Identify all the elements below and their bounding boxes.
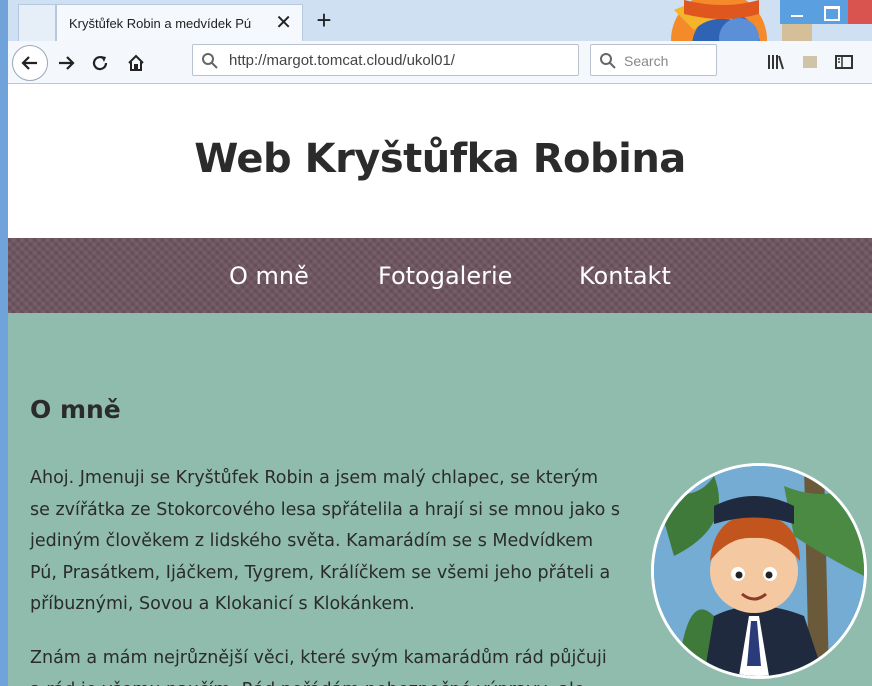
active-tab[interactable]: Kryštůfek Robin a medvídek Pú ✕ bbox=[56, 4, 303, 41]
minimize-button[interactable] bbox=[780, 0, 814, 24]
reload-button[interactable] bbox=[86, 49, 114, 77]
address-bar[interactable]: http://margot.tomcat.cloud/ukol01/ bbox=[192, 44, 579, 76]
window-border bbox=[0, 0, 8, 686]
search-placeholder: Search bbox=[624, 53, 669, 69]
main-menu: O mně Fotogalerie Kontakt bbox=[8, 238, 872, 313]
home-icon bbox=[128, 54, 144, 71]
forward-button[interactable] bbox=[52, 49, 80, 77]
paragraph: Ahoj. Jmenuji se Kryštůfek Robin a jsem … bbox=[30, 468, 621, 614]
search-icon bbox=[202, 53, 218, 69]
back-arrow-icon bbox=[21, 56, 37, 70]
web-page: Web Kryštůfka Robina O mně Fotogalerie K… bbox=[8, 84, 872, 686]
pinned-tab[interactable] bbox=[18, 4, 56, 41]
back-button[interactable] bbox=[12, 45, 48, 81]
home-button[interactable] bbox=[122, 49, 150, 77]
section-heading: O mně bbox=[30, 395, 121, 424]
search-icon bbox=[600, 53, 616, 69]
menu-item-o-mne[interactable]: O mně bbox=[229, 262, 309, 290]
library-icon[interactable] bbox=[766, 52, 786, 72]
search-field[interactable]: Search bbox=[590, 44, 717, 76]
menu-item-fotogalerie[interactable]: Fotogalerie bbox=[378, 262, 512, 290]
url-text: http://margot.tomcat.cloud/ukol01/ bbox=[229, 51, 455, 69]
pocket-icon[interactable] bbox=[800, 52, 820, 72]
menu-item-kontakt[interactable]: Kontakt bbox=[579, 262, 671, 290]
site-header: Web Kryštůfka Robina bbox=[8, 84, 872, 238]
forward-arrow-icon bbox=[59, 56, 75, 70]
main-content: O mně Ahoj. Jmenuji se Kryštůfek Robin a… bbox=[8, 313, 872, 686]
site-title: Web Kryštůfka Robina bbox=[194, 136, 686, 182]
close-tab-icon[interactable]: ✕ bbox=[275, 13, 292, 33]
paragraph: Znám a mám nejrůznější věci, které svým … bbox=[30, 648, 607, 686]
close-window-button[interactable] bbox=[848, 0, 872, 24]
new-tab-button[interactable]: + bbox=[311, 6, 337, 34]
tab-title: Kryštůfek Robin a medvídek Pú bbox=[69, 15, 252, 31]
navigation-toolbar: http://margot.tomcat.cloud/ukol01/ Searc… bbox=[8, 41, 872, 84]
reload-icon bbox=[92, 55, 108, 71]
sidebar-icon[interactable] bbox=[834, 52, 854, 72]
christopher-robin-portrait bbox=[651, 463, 867, 679]
maximize-button[interactable] bbox=[814, 0, 848, 24]
